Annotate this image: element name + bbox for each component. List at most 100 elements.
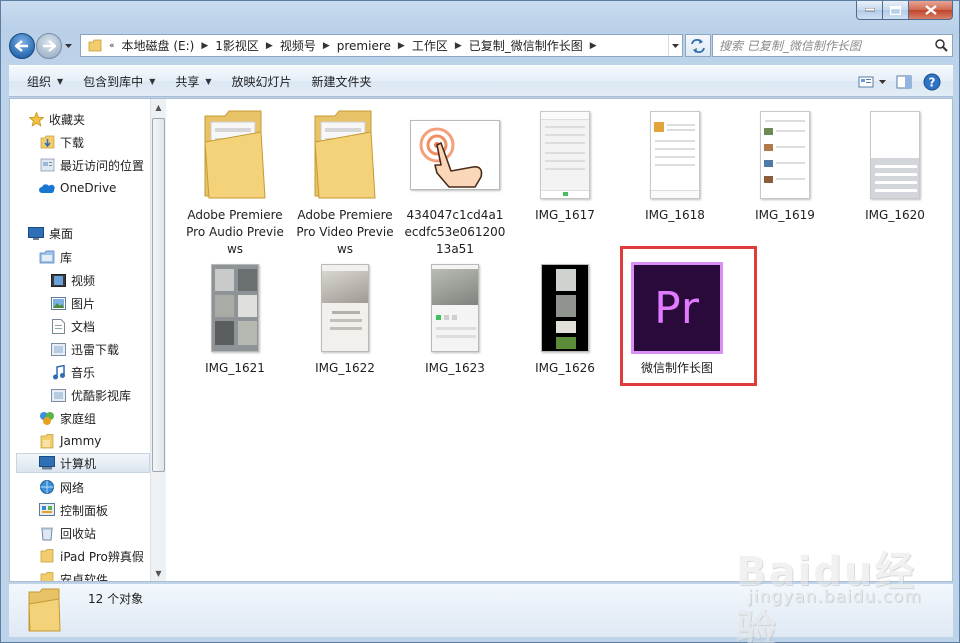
nav-downloads[interactable]: 下载: [39, 132, 84, 152]
slideshow-button[interactable]: 放映幻灯片: [223, 69, 301, 93]
nav-control-panel[interactable]: 控制面板: [39, 500, 108, 520]
nav-homegroup[interactable]: 家庭组: [39, 408, 96, 428]
file-item[interactable]: IMG_1618: [622, 105, 728, 224]
crumb-4[interactable]: 工作区: [408, 35, 452, 56]
file-item[interactable]: IMG_1626: [512, 258, 618, 377]
crumb-separator-icon[interactable]: ▶: [452, 35, 465, 56]
nav-documents[interactable]: 文档: [50, 316, 95, 336]
recent-pages-dropdown[interactable]: [63, 33, 73, 59]
file-item[interactable]: Adobe Premiere Pro Audio Previews: [182, 105, 288, 258]
folder-icon: [39, 571, 55, 581]
nav-recent-places[interactable]: 最近访问的位置: [39, 155, 144, 175]
search-input[interactable]: 搜索 已复制_微信制作长图: [713, 37, 930, 54]
crumb-separator-icon[interactable]: ▶: [320, 35, 333, 56]
include-in-library-menu[interactable]: 包含到库中 ▼: [74, 69, 164, 93]
crumb-2[interactable]: 视频号: [276, 35, 320, 56]
nav-favorites[interactable]: 收藏夹: [28, 109, 85, 129]
scroll-thumb[interactable]: [152, 118, 165, 472]
view-options-dropdown[interactable]: [877, 72, 887, 92]
nav-computer[interactable]: 计算机: [16, 453, 150, 473]
nav-label: 桌面: [49, 226, 74, 241]
share-label: 共享: [175, 74, 200, 89]
folder-icon: [84, 35, 106, 56]
close-button[interactable]: [909, 1, 953, 20]
nav-label: 控制面板: [60, 503, 109, 518]
crumb-separator-icon[interactable]: ▶: [587, 35, 600, 56]
minimize-icon: [864, 8, 875, 12]
search-icon[interactable]: [930, 39, 952, 52]
crumb-separator-icon[interactable]: ▶: [395, 35, 408, 56]
documents-library-icon: [50, 318, 66, 334]
view-icon: [858, 76, 874, 88]
nav-desktop[interactable]: 桌面: [28, 223, 73, 243]
navigation-scrollbar[interactable]: ▲ ▼: [150, 99, 166, 581]
minimize-button[interactable]: [856, 1, 883, 20]
scroll-down-button[interactable]: ▼: [151, 565, 166, 581]
nav-videos[interactable]: 视频: [50, 270, 95, 290]
maximize-icon: [890, 5, 901, 15]
youku-library-icon: [50, 387, 66, 403]
file-item[interactable]: IMG_1620: [842, 105, 948, 224]
refresh-button[interactable]: [685, 34, 711, 57]
network-icon: [39, 479, 55, 495]
chevron-down-icon: [672, 43, 679, 48]
computer-icon: [39, 455, 55, 471]
nav-onedrive[interactable]: OneDrive: [39, 178, 116, 198]
nav-libraries[interactable]: 库: [39, 247, 72, 267]
nav-ipad-folder[interactable]: iPad Pro辨真假: [39, 546, 144, 566]
crumb-1[interactable]: 1影视区: [211, 35, 263, 56]
file-item[interactable]: IMG_1617: [512, 105, 618, 224]
recent-places-icon: [39, 157, 55, 173]
crumb-3[interactable]: premiere: [333, 35, 395, 56]
crumb-separator-icon[interactable]: ▶: [263, 35, 276, 56]
search-box[interactable]: 搜索 已复制_微信制作长图: [712, 34, 953, 57]
file-item[interactable]: Adobe Premiere Pro Video Previews: [292, 105, 398, 258]
help-icon: ?: [923, 73, 941, 91]
file-item[interactable]: 434047c1cd4a1ecdfc53e06120013a51: [402, 105, 508, 258]
nav-label: 安卓软件: [60, 572, 109, 582]
chevron-down-icon: ▼: [149, 76, 156, 86]
crumb-drive[interactable]: 本地磁盘 (E:): [118, 35, 199, 56]
nav-youku[interactable]: 优酷影视库: [50, 385, 131, 405]
help-button[interactable]: ?: [921, 72, 943, 92]
crumb-overflow[interactable]: «: [106, 35, 118, 56]
share-menu[interactable]: 共享 ▼: [166, 69, 220, 93]
control-panel-icon: [39, 502, 55, 518]
file-item[interactable]: IMG_1619: [732, 105, 838, 224]
nav-label: Jammy: [60, 434, 102, 448]
nav-thunder-downloads[interactable]: 迅雷下载: [50, 339, 119, 359]
selection-highlight: [620, 246, 757, 386]
forward-button[interactable]: [36, 33, 62, 59]
nav-recycle-bin[interactable]: 回收站: [39, 523, 96, 543]
new-folder-button[interactable]: 新建文件夹: [303, 69, 381, 93]
nav-android-folder[interactable]: 安卓软件: [39, 569, 108, 581]
file-item[interactable]: IMG_1621: [182, 258, 288, 377]
address-history-dropdown[interactable]: [668, 35, 682, 56]
change-view-button[interactable]: [855, 72, 877, 92]
nav-pictures[interactable]: 图片: [50, 293, 95, 313]
crumb-5[interactable]: 已复制_微信制作长图: [465, 35, 587, 56]
nav-music[interactable]: 音乐: [50, 362, 95, 382]
user-folder-icon: [39, 433, 55, 449]
maximize-button[interactable]: [883, 1, 909, 20]
crumb-separator-icon[interactable]: ▶: [198, 35, 211, 56]
nav-user-folder[interactable]: Jammy: [39, 431, 101, 451]
file-name: Adobe Premiere Pro Audio Previews: [186, 208, 284, 256]
file-item[interactable]: IMG_1623: [402, 258, 508, 377]
scroll-up-button[interactable]: ▲: [151, 99, 166, 115]
photo-image: [292, 258, 398, 358]
nav-label: 库: [60, 250, 73, 265]
folder-icon: [27, 588, 61, 635]
organize-menu[interactable]: 组织 ▼: [18, 69, 72, 93]
music-note-icon: [50, 364, 66, 380]
file-item[interactable]: IMG_1622: [292, 258, 398, 377]
back-button[interactable]: [9, 33, 35, 59]
address-bar[interactable]: « 本地磁盘 (E:) ▶ 1影视区 ▶ 视频号 ▶ premiere ▶ 工作…: [80, 34, 683, 57]
nav-network[interactable]: 网络: [39, 477, 84, 497]
preview-pane-button[interactable]: [893, 72, 915, 92]
nav-label: 家庭组: [60, 411, 97, 426]
cloud-icon: [39, 180, 55, 196]
file-name: IMG_1622: [315, 361, 375, 375]
thunder-library-icon: [50, 341, 66, 357]
nav-label: 计算机: [60, 456, 97, 471]
